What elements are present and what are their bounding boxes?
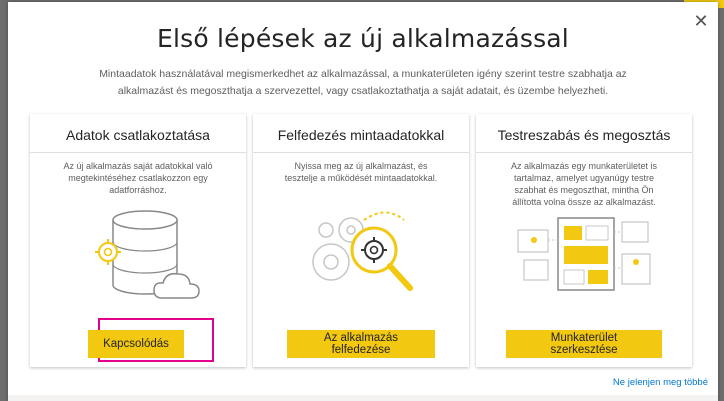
- card-connect-data: Adatok csatlakoztatása Az új alkalmazás …: [30, 114, 246, 367]
- edit-workspace-button[interactable]: Munkaterület szerkesztése: [506, 330, 662, 358]
- dashboard-icon: [517, 217, 651, 291]
- dialog-subtitle: Mintaadatok használatával megismerkedhet…: [99, 68, 627, 97]
- card-customize-share: Testreszabás és megosztás Az alkalmazás …: [476, 114, 692, 367]
- card-title: Adatok csatlakoztatása: [66, 127, 210, 143]
- card-title: Felfedezés mintaadatokkal: [277, 127, 445, 143]
- database-cloud-illustration: [30, 200, 246, 310]
- dialog-title: Első lépések az új alkalmazással: [157, 24, 569, 53]
- card-divider: [30, 152, 246, 153]
- gears-magnifier-icon: [312, 211, 413, 291]
- bottom-strip: [8, 395, 718, 401]
- explore-app-button[interactable]: Az alkalmazás felfedezése: [287, 330, 435, 358]
- gears-magnifier-illustration: [253, 200, 469, 310]
- card-explore-sample: Felfedezés mintaadatokkal Nyissa meg az …: [253, 114, 469, 367]
- card-description: Az új alkalmazás saját adatokkal való me…: [63, 161, 213, 195]
- card-description: Nyissa meg az új alkalmazást, és tesztel…: [284, 161, 438, 183]
- card-title: Testreszabás és megosztás: [497, 127, 671, 143]
- card-divider: [253, 152, 469, 153]
- connect-button[interactable]: Kapcsolódás: [88, 330, 184, 358]
- getting-started-dialog: ✕ Első lépések az új alkalmazással Minta…: [8, 2, 718, 401]
- dashboard-illustration: [476, 200, 692, 310]
- database-icon: [95, 210, 200, 299]
- dont-show-again-link[interactable]: Ne jelenjen meg többé: [613, 377, 708, 388]
- card-divider: [476, 152, 692, 153]
